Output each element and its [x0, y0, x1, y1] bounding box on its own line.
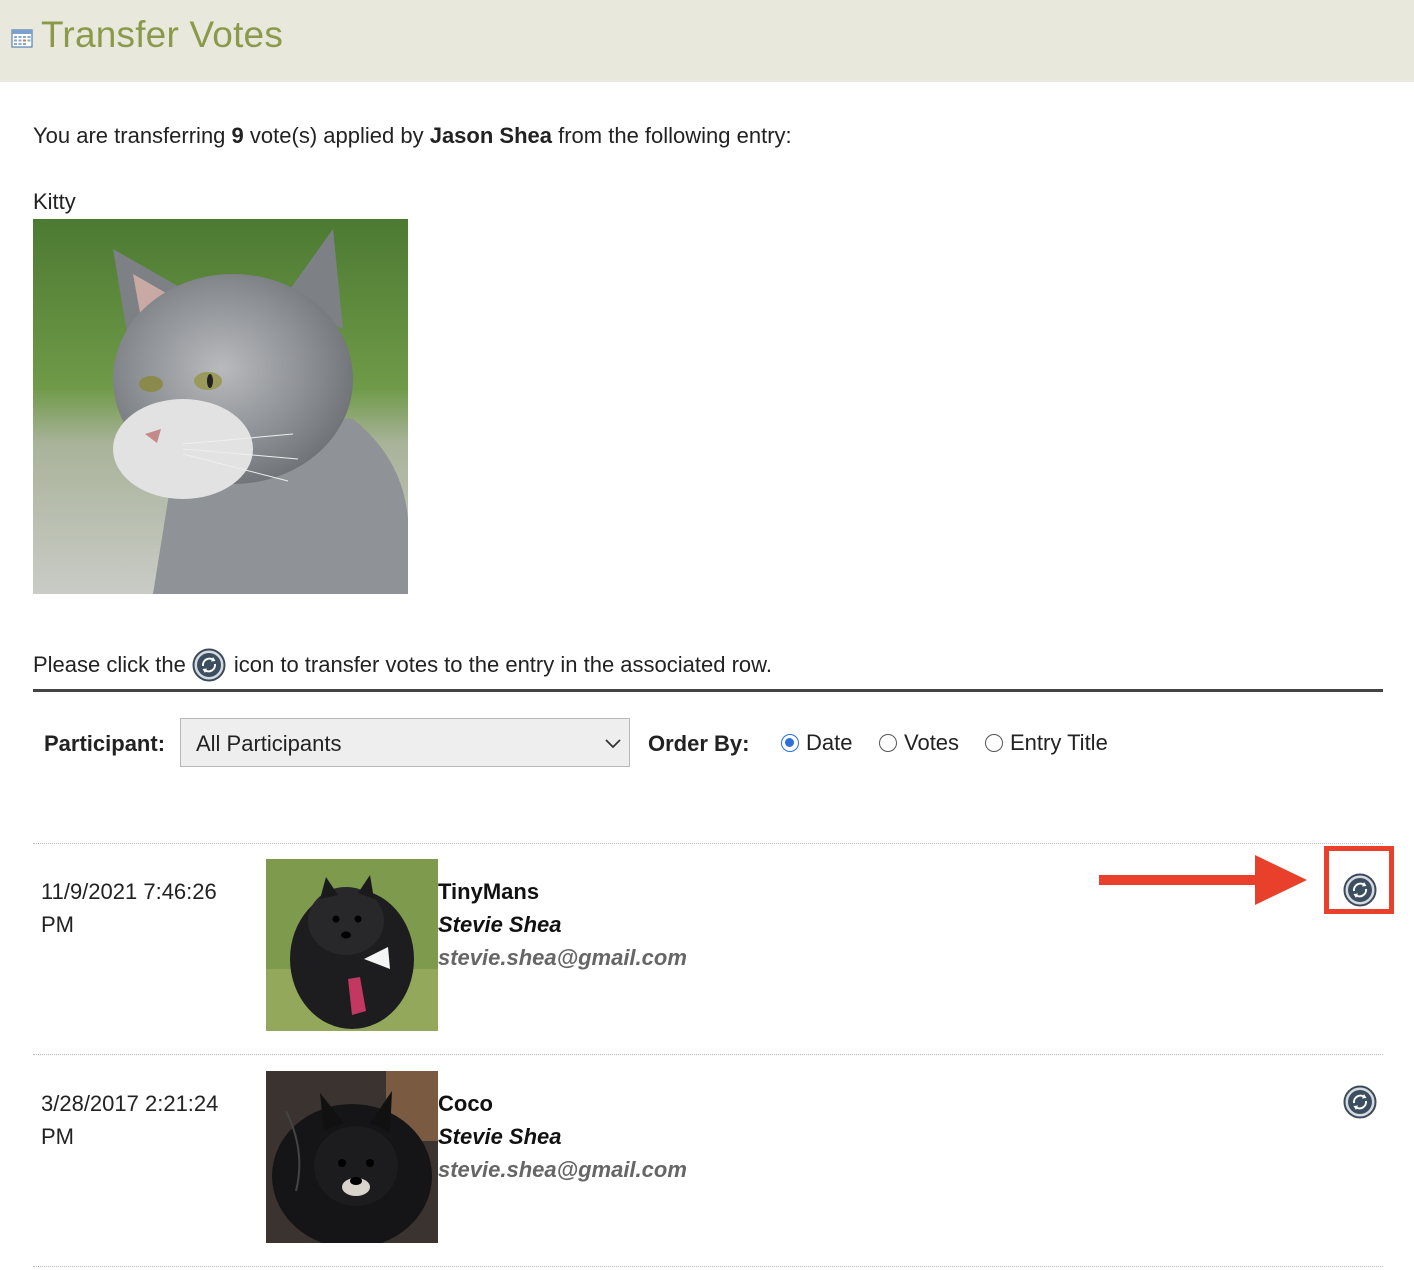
order-by-label: Order By: [648, 731, 750, 756]
order-by-entry-title-radio[interactable]: Entry Title [985, 730, 1108, 756]
radio-circle-votes[interactable] [879, 734, 897, 752]
entry-info: Coco Stevie Shea stevie.shea@gmail.com [438, 1087, 687, 1186]
transfer-summary: You are transferring 9 vote(s) applied b… [33, 123, 792, 149]
callout-arrow-icon [1099, 855, 1307, 905]
row-divider [33, 1054, 1383, 1055]
entry-info: TinyMans Stevie Shea stevie.shea@gmail.c… [438, 875, 687, 974]
summary-middle: vote(s) applied by [249, 123, 424, 148]
instruction-after: icon to transfer votes to the entry in t… [233, 652, 772, 677]
order-option-label: Date [806, 730, 853, 755]
row-date: 3/28/2017 2:21:24 PM [41, 1091, 219, 1149]
participant-select-value: All Participants [196, 731, 342, 756]
radio-circle-date[interactable] [781, 734, 799, 752]
chevron-down-icon [605, 739, 621, 749]
instruction-before: Please click the [33, 652, 186, 677]
calendar-icon [11, 29, 33, 48]
participant-name: Stevie Shea [438, 1124, 562, 1149]
transfer-icon [192, 648, 226, 682]
row-divider [33, 843, 1383, 844]
page-title: Transfer Votes [41, 14, 284, 55]
participant-name: Stevie Shea [438, 912, 562, 937]
voter-name: Jason Shea [429, 123, 552, 148]
summary-suffix: from the following entry: [558, 123, 792, 148]
filter-bar: Participant: All Participants Order By: … [44, 718, 1384, 768]
order-by-date-radio[interactable]: Date [781, 730, 852, 756]
entry-thumbnail [266, 859, 438, 1031]
section-divider [33, 689, 1383, 692]
source-entry-image [33, 219, 408, 594]
summary-prefix: You are transferring [33, 123, 226, 148]
order-option-label: Entry Title [1010, 730, 1108, 755]
callout-highlight-box [1324, 846, 1394, 914]
source-entry-title: Kitty [33, 189, 76, 214]
transfer-votes-button[interactable] [1343, 1085, 1377, 1119]
participant-label: Participant: [44, 731, 166, 756]
row-date: 11/9/2021 7:46:26 PM [41, 879, 217, 937]
page-header: Transfer Votes [0, 0, 1414, 82]
vote-count: 9 [231, 123, 244, 148]
order-by-votes-radio[interactable]: Votes [879, 730, 959, 756]
entry-thumbnail [266, 1071, 438, 1243]
participant-email: stevie.shea@gmail.com [438, 1157, 687, 1182]
entry-title: TinyMans [438, 879, 540, 904]
radio-circle-entry-title[interactable] [985, 734, 1003, 752]
row-divider [33, 1266, 1383, 1267]
participant-email: stevie.shea@gmail.com [438, 945, 687, 970]
order-option-label: Votes [904, 730, 960, 755]
table-row: 3/28/2017 2:21:24 PM Coco Stevie Shea st… [33, 1071, 1383, 1243]
transfer-instruction: Please click the icon to transfer votes … [33, 648, 772, 682]
participant-select[interactable]: All Participants [180, 718, 630, 767]
entry-title: Coco [438, 1091, 493, 1116]
